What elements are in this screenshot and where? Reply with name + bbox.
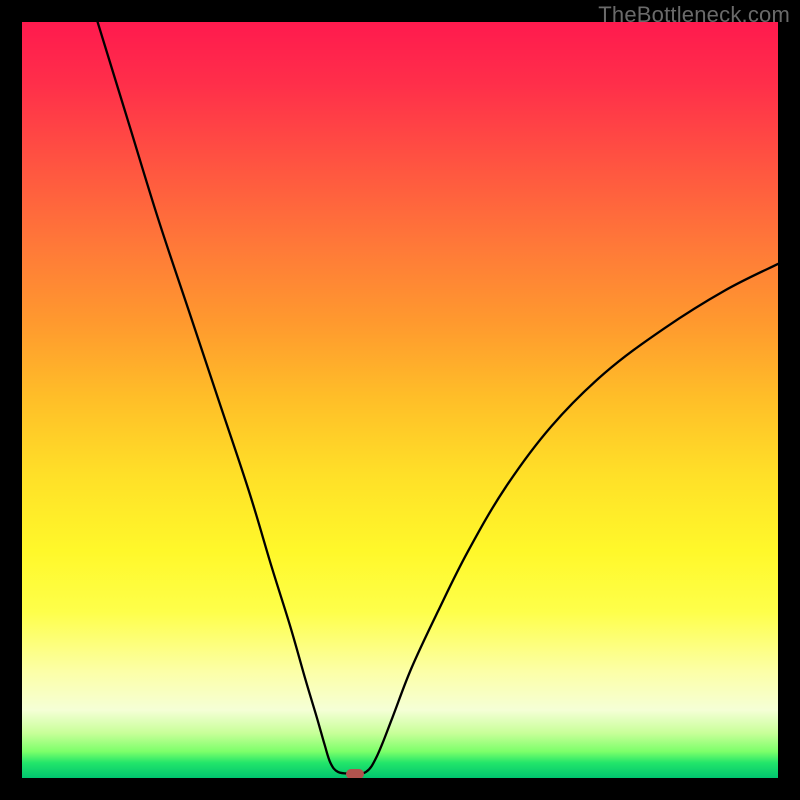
bottleneck-curve: [98, 22, 778, 774]
chart-frame: TheBottleneck.com: [0, 0, 800, 800]
valley-marker: [346, 769, 364, 778]
plot-area: [22, 22, 778, 778]
curve-svg: [22, 22, 778, 778]
watermark-text: TheBottleneck.com: [598, 2, 790, 28]
